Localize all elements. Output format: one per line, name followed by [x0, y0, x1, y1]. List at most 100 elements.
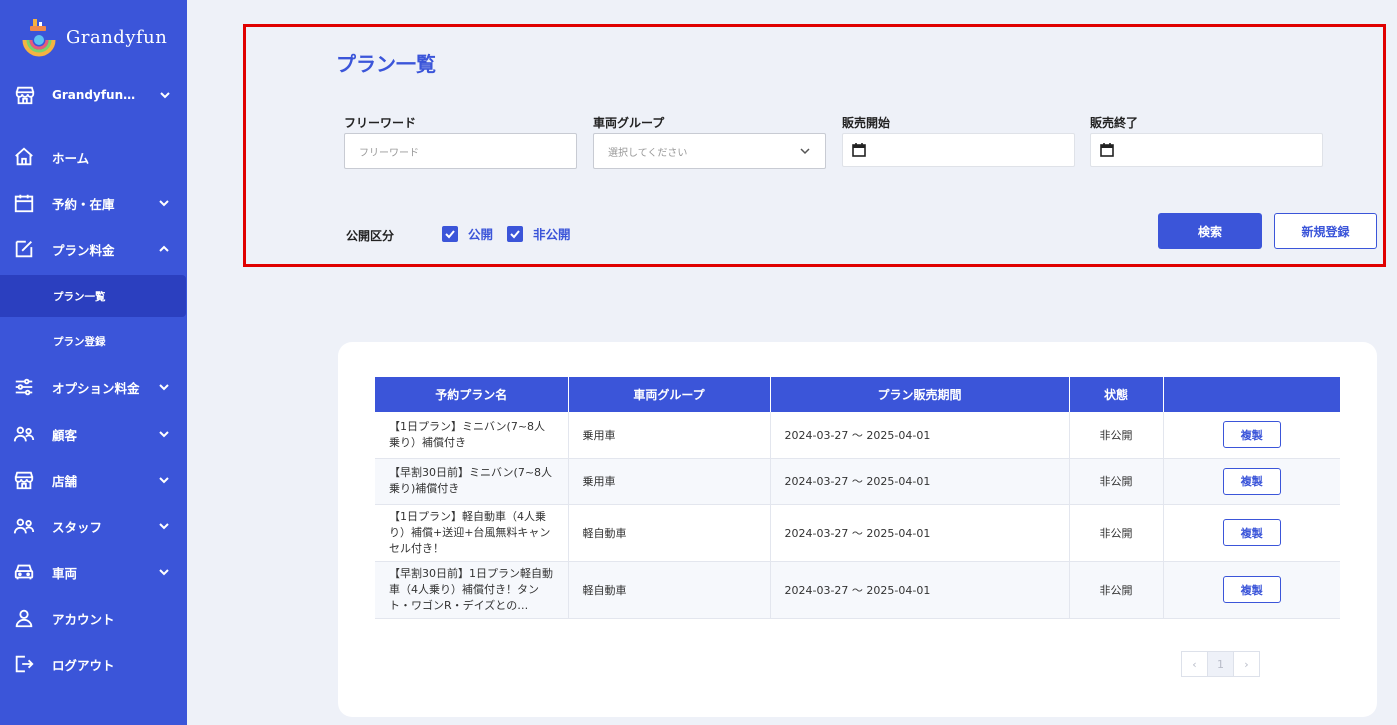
sidebar-item-option-pricing[interactable]: オプション料金: [0, 367, 187, 407]
chevron-down-icon: [159, 569, 169, 576]
public-checkbox-label: 公開: [468, 227, 494, 242]
sidebar-item-label: スタッフ: [52, 519, 103, 535]
sidebar-item-label: ログアウト: [52, 657, 115, 673]
visibility-label: 公開区分: [346, 229, 395, 243]
sidebar-item-label: オプション料金: [52, 380, 140, 396]
chevron-down-icon: [800, 148, 810, 155]
chevron-down-icon: [160, 92, 170, 99]
sidebar-item-label: 顧客: [52, 427, 78, 443]
vehicle-group-select[interactable]: 選択してください: [593, 133, 826, 169]
free-word-input[interactable]: フリーワード: [344, 133, 577, 169]
status-cell: 非公開: [1069, 458, 1164, 505]
plan-name-cell: 【1日プラン】ミニバン(7~8人乗り）補償付き: [375, 412, 569, 459]
action-cell: 複製: [1163, 412, 1340, 459]
column-header-status[interactable]: 状態: [1069, 377, 1164, 412]
table-row[interactable]: 【早割30日前】ミニバン(7~8人乗り)補償付き 乗用車 2024-03-27 …: [375, 458, 1340, 505]
copy-button[interactable]: 複製: [1222, 467, 1281, 495]
check-icon: [507, 225, 523, 242]
copy-button[interactable]: 複製: [1222, 519, 1281, 546]
sidebar: Grandyfun Grandyfun… ホーム 予約・在庫 プラン料金 プラン…: [0, 0, 187, 725]
vehicle-group-cell: 軽自動車: [568, 561, 771, 619]
sidebar-item-staff[interactable]: スタッフ: [0, 506, 187, 546]
table-row[interactable]: 【1日プラン】軽自動車（4人乗り）補償+送迎+台風無料キャンセル付き！ 軽自動車…: [375, 504, 1340, 562]
sale-period-cell: 2024-03-27 ～ 2025-04-01: [770, 561, 1070, 619]
action-cell: 複製: [1163, 561, 1340, 619]
sidebar-item-home[interactable]: ホーム: [0, 137, 187, 177]
sidebar-subitem-plan-list[interactable]: プラン一覧: [0, 275, 186, 317]
check-icon: [442, 225, 458, 242]
chevron-down-icon: [159, 431, 169, 438]
table-row[interactable]: 【1日プラン】ミニバン(7~8人乗り）補償付き 乗用車 2024-03-27 ～…: [375, 412, 1340, 459]
private-checkbox-label: 非公開: [533, 227, 571, 242]
sidebar-item-vehicles[interactable]: 車両: [0, 552, 187, 592]
pagination-prev-button[interactable]: ‹: [1181, 651, 1208, 677]
sidebar-item-label: 車両: [52, 565, 78, 581]
pagination: ‹ 1 ›: [1181, 651, 1260, 677]
sidebar-item-label: 店舗: [52, 473, 78, 489]
sidebar-item-account[interactable]: アカウント: [0, 598, 187, 638]
app-name: Grandyfun: [66, 26, 168, 48]
page-title: プラン一覧: [336, 52, 436, 76]
logout-icon: [15, 655, 34, 673]
sale-start-input[interactable]: [842, 133, 1075, 167]
sidebar-subitem-plan-register[interactable]: プラン登録: [0, 320, 186, 362]
sidebar-item-label: アカウント: [52, 611, 115, 627]
sidebar-item-customers[interactable]: 顧客: [0, 414, 187, 454]
column-header-vehicle-group[interactable]: 車両グループ: [568, 377, 771, 412]
action-cell: 複製: [1163, 458, 1340, 505]
home-icon: [15, 147, 33, 166]
calendar-icon: [852, 143, 866, 157]
sliders-icon: [15, 378, 33, 396]
calendar-icon: [14, 194, 34, 213]
sidebar-item-stores[interactable]: 店舗: [0, 460, 187, 500]
sidebar-item-label: ホーム: [52, 150, 90, 166]
new-register-button[interactable]: 新規登録: [1274, 213, 1377, 249]
sale-end-label: 販売終了: [1090, 116, 1139, 130]
sidebar-item-logout[interactable]: ログアウト: [0, 644, 187, 684]
users-icon: [13, 518, 35, 534]
sidebar-item-label: 予約・在庫: [52, 196, 115, 212]
action-cell: 複製: [1163, 504, 1340, 562]
user-icon: [15, 609, 33, 628]
logo[interactable]: Grandyfun: [18, 16, 167, 58]
sale-end-input[interactable]: [1090, 133, 1323, 167]
store-name: Grandyfun…: [52, 88, 136, 102]
sidebar-subitem-label: プラン一覧: [53, 290, 106, 303]
sale-period-cell: 2024-03-27 ～ 2025-04-01: [770, 412, 1070, 459]
search-button[interactable]: 検索: [1158, 213, 1262, 249]
status-cell: 非公開: [1069, 504, 1164, 562]
plan-name-cell: 【早割30日前】1日プラン軽自動車（4人乗り）補償付き！タント・ワゴンR・デイズ…: [375, 561, 569, 619]
store-selector[interactable]: Grandyfun…: [14, 82, 179, 108]
logo-icon: [18, 16, 60, 58]
chevron-down-icon: [159, 384, 169, 391]
chevron-down-icon: [159, 200, 169, 207]
public-checkbox[interactable]: 公開: [442, 224, 493, 243]
column-header-plan-name[interactable]: 予約プラン名: [375, 377, 569, 412]
copy-button[interactable]: 複製: [1222, 421, 1281, 449]
copy-button[interactable]: 複製: [1222, 576, 1281, 603]
column-header-sale-period[interactable]: プラン販売期間: [770, 377, 1070, 412]
vehicle-group-cell: 乗用車: [568, 458, 771, 505]
pagination-page-1[interactable]: 1: [1207, 651, 1234, 677]
store-icon: [15, 86, 35, 105]
vehicle-group-placeholder: 選択してください: [608, 147, 688, 159]
sale-period-cell: 2024-03-27 ～ 2025-04-01: [770, 504, 1070, 562]
vehicle-group-label: 車両グループ: [593, 116, 665, 130]
vehicle-group-cell: 軽自動車: [568, 504, 771, 562]
sidebar-item-reservation[interactable]: 予約・在庫: [0, 183, 187, 223]
vehicle-group-cell: 乗用車: [568, 412, 771, 459]
edit-icon: [15, 240, 33, 258]
chevron-up-icon: [159, 245, 169, 252]
chevron-down-icon: [159, 477, 169, 484]
users-icon: [13, 426, 35, 442]
sidebar-item-plan-pricing[interactable]: プラン料金: [0, 229, 187, 269]
plan-name-cell: 【1日プラン】軽自動車（4人乗り）補償+送迎+台風無料キャンセル付き！: [375, 504, 569, 562]
status-cell: 非公開: [1069, 412, 1164, 459]
column-header-actions: [1163, 377, 1340, 412]
pagination-next-button[interactable]: ›: [1233, 651, 1260, 677]
free-word-label: フリーワード: [344, 116, 417, 130]
table-row[interactable]: 【早割30日前】1日プラン軽自動車（4人乗り）補償付き！タント・ワゴンR・デイズ…: [375, 561, 1340, 619]
calendar-icon: [1100, 143, 1114, 157]
sidebar-subitem-label: プラン登録: [53, 335, 106, 348]
private-checkbox[interactable]: 非公開: [507, 224, 571, 243]
